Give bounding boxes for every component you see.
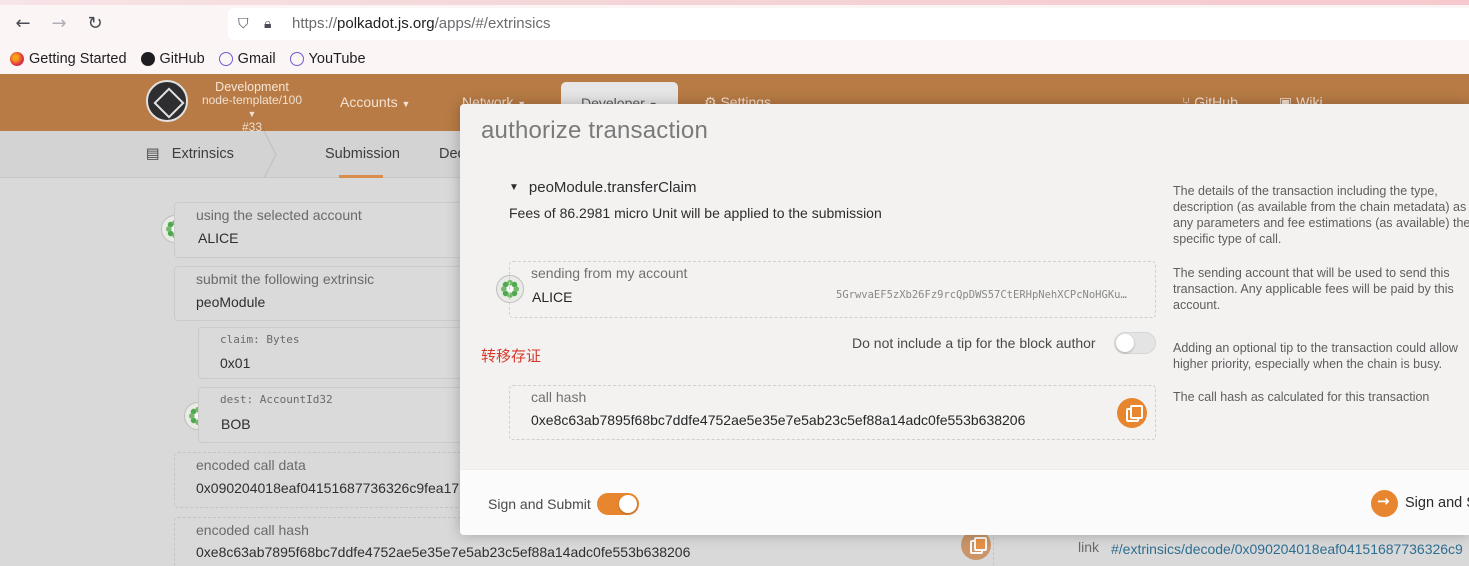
- encoded-call-data-value: 0x090204018eaf04151687736326c9fea17: [196, 480, 460, 496]
- authorize-transaction-modal: authorize transaction ▼ peoModule.transfe…: [460, 104, 1469, 535]
- browser-tabstrip-edge: [0, 0, 1469, 5]
- bookmark-youtube[interactable]: YouTube: [289, 49, 366, 69]
- encoded-call-hash-value: 0xe8c63ab7895f68bc7ddfe4752ae5e35e7e5ab2…: [196, 544, 691, 560]
- call-name: peoModule.transferClaim: [528, 179, 697, 196]
- tip-toggle-label: Do not include a tip for the block autho…: [852, 335, 1096, 351]
- selected-account-label: using the selected account: [196, 207, 362, 223]
- claim-param-value: 0x01: [220, 355, 251, 371]
- sign-submit-toggle[interactable]: [597, 493, 639, 515]
- bookmark-github[interactable]: GitHub: [140, 49, 205, 69]
- bookmark-gmail[interactable]: Gmail: [218, 49, 276, 69]
- menu-accounts[interactable]: Accounts ▼: [340, 94, 410, 110]
- url-text[interactable]: https://polkadot.js.org/apps/#/extrinsic…: [292, 15, 550, 32]
- help-transaction-details: The details of the transaction including…: [1173, 184, 1469, 246]
- breadcrumb-separator: [263, 131, 277, 178]
- chevron-down-icon: ▼: [401, 99, 411, 109]
- copy-icon[interactable]: [1117, 398, 1147, 428]
- call-details-toggle[interactable]: ▼ peoModule.transferClaim: [509, 179, 696, 196]
- sending-account-address: 5GrwvaEF5zXb26Fz9rcQpDWS57CtERHpNehXCPcN…: [836, 289, 1127, 301]
- encoded-call-data-label: encoded call data: [196, 457, 306, 473]
- help-tip: Adding an optional tip to the transactio…: [1173, 341, 1458, 371]
- forward-arrow-icon[interactable]: →: [48, 13, 70, 35]
- tip-toggle[interactable]: [1114, 332, 1156, 354]
- lock-icon[interactable]: 🔒︎: [264, 16, 280, 32]
- bookmarks-bar: Getting Started GitHub Gmail YouTube: [10, 49, 366, 69]
- chain-node: node-template/100 ▼: [201, 93, 303, 120]
- globe-icon: [289, 52, 304, 66]
- sending-account-label: sending from my account: [531, 265, 688, 281]
- firefox-icon: [10, 52, 24, 66]
- dest-param-value: BOB: [221, 416, 251, 432]
- github-icon: [140, 52, 155, 66]
- modal-footer: Sign and Submit Sign and Submit: [460, 469, 1469, 535]
- sending-account-name: ALICE: [532, 289, 573, 305]
- active-tab-indicator: [339, 175, 383, 178]
- substrate-logo[interactable]: [146, 80, 188, 122]
- sign-and-submit-button[interactable]: Sign and Submit: [1405, 495, 1469, 511]
- caret-down-icon: ▼: [509, 182, 519, 193]
- extrinsic-value: peoModule: [196, 294, 266, 310]
- back-arrow-icon[interactable]: ←: [12, 13, 34, 35]
- encoded-call-hash-label: encoded call hash: [196, 522, 309, 538]
- help-call-hash: The call hash as calculated for this tra…: [1173, 390, 1430, 404]
- sign-in-icon[interactable]: [1371, 490, 1398, 517]
- call-hash-label: call hash: [531, 389, 587, 405]
- annotation-note: 转移存证: [481, 347, 542, 365]
- shield-icon[interactable]: ⛉: [238, 16, 254, 32]
- extrinsic-label: submit the following extrinsic: [196, 271, 375, 287]
- globe-icon: [218, 52, 233, 66]
- claim-param-label: claim: Bytes: [220, 333, 300, 346]
- selected-account-value: ALICE: [198, 230, 239, 246]
- extrinsics-section: ▤ Extrinsics: [146, 146, 234, 162]
- bookmark-getting-started[interactable]: Getting Started: [10, 49, 127, 69]
- dest-param-label: dest: AccountId32: [220, 393, 333, 406]
- modal-title: authorize transaction: [481, 117, 708, 144]
- browser-chrome: ← → ↻ ⛉ 🔒︎ https://polkadot.js.org/apps/…: [0, 0, 1469, 74]
- extrinsics-icon: ▤: [146, 146, 160, 162]
- help-sending-account: The sending account that will be used to…: [1173, 266, 1454, 312]
- sign-submit-toggle-label: Sign and Submit: [488, 496, 591, 512]
- call-hash-value: 0xe8c63ab7895f68bc7ddfe4752ae5e35e7e5ab2…: [531, 412, 1026, 428]
- chain-selector[interactable]: Development node-template/100 ▼ #33: [196, 81, 308, 134]
- decode-link-label: link: [1078, 539, 1100, 555]
- tab-submission[interactable]: Submission: [325, 146, 400, 162]
- fees-text: Fees of 86.2981 micro Unit will be appli…: [509, 205, 882, 221]
- decode-link[interactable]: #/extrinsics/decode/0x090204018eaf041516…: [1111, 541, 1463, 557]
- reload-icon[interactable]: ↻: [84, 13, 106, 35]
- address-bar[interactable]: ⛉ 🔒︎ https://polkadot.js.org/apps/#/extr…: [228, 8, 1469, 40]
